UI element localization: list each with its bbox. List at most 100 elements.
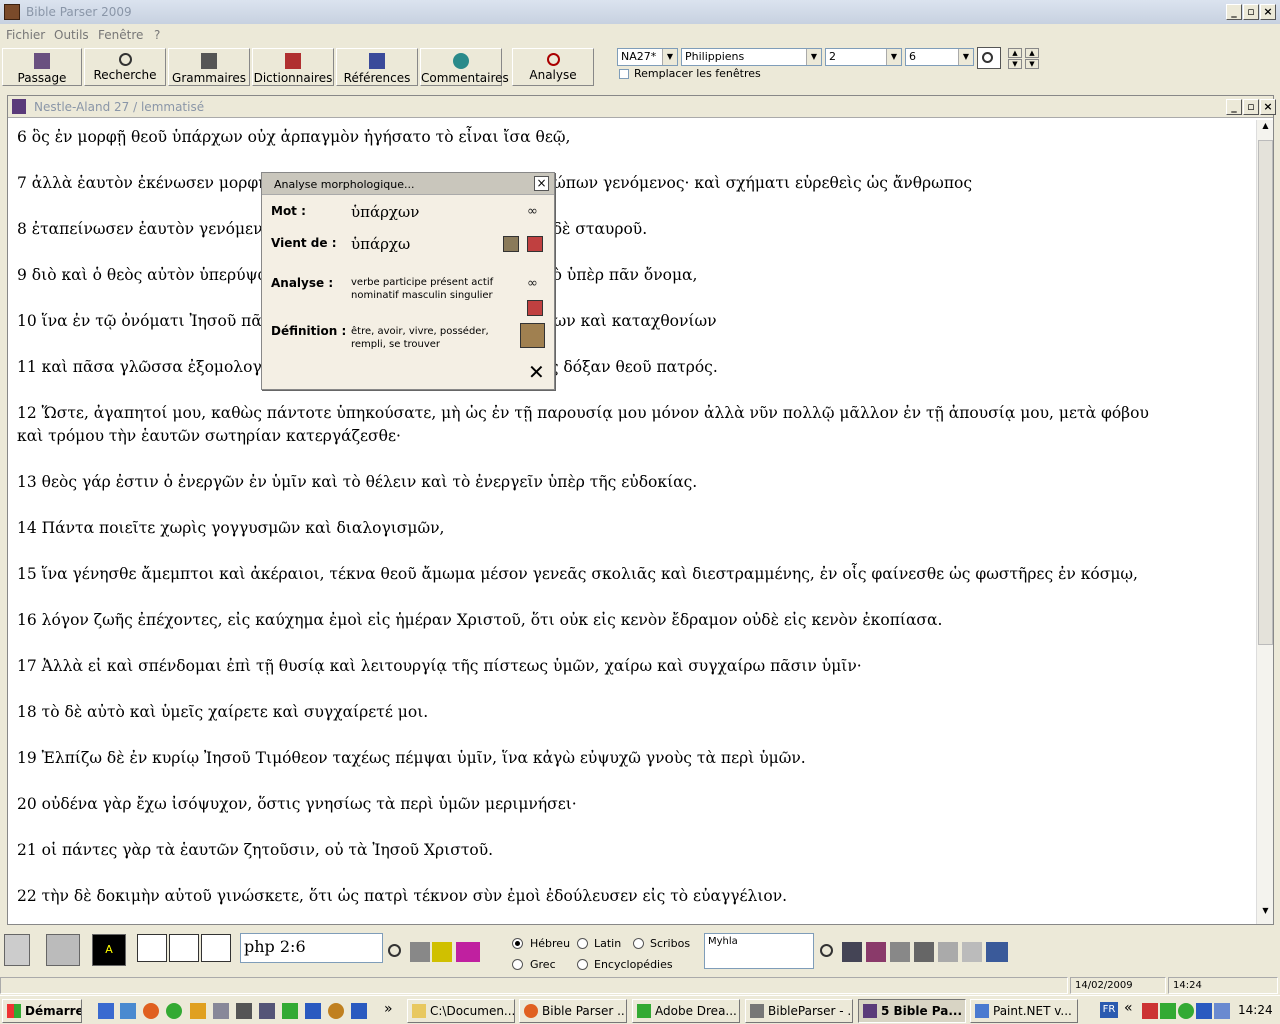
binoculars-icon[interactable]: ∞ <box>527 276 543 292</box>
vertical-scrollbar[interactable]: ▲ ▼ <box>1256 120 1273 924</box>
layout-windows-button[interactable] <box>201 934 231 962</box>
verse-15[interactable]: 15 ἵνα γένησθε ἄμεμπτοι καὶ ἀκέραιοι, τέ… <box>17 563 1237 586</box>
spin-up-button-2[interactable]: ▲ <box>1025 48 1039 58</box>
close-x-icon[interactable]: ✕ <box>528 362 545 382</box>
ie-icon-2[interactable] <box>120 1003 136 1019</box>
verse-16[interactable]: 16 λόγον ζωῆς ἐπέχοντες, εἰς καύχημα ἐμο… <box>17 609 1237 632</box>
back-triangle-icon[interactable] <box>46 934 80 966</box>
task-explorer[interactable]: C:\Documen... <box>407 999 515 1023</box>
scroll-down-arrow[interactable]: ▼ <box>1258 906 1273 922</box>
portrait-icon[interactable] <box>503 236 519 252</box>
menu-fenetre[interactable]: Fenêtre <box>98 28 143 42</box>
verse-12[interactable]: 12 Ὥστε, ἀγαπητοί μου, καθὼς πάντοτε ὑπη… <box>17 402 1237 425</box>
stats-icon[interactable] <box>456 942 480 962</box>
radio-latin[interactable] <box>577 938 588 949</box>
verse-12-cont[interactable]: καὶ τρόμου τὴν ἑαυτῶν σωτηρίαν κατεργάζε… <box>17 425 1237 448</box>
ie-icon[interactable] <box>98 1003 114 1019</box>
passage-button[interactable]: Passage <box>2 48 82 86</box>
dreamweaver-icon[interactable] <box>282 1003 298 1019</box>
scroll-dictionary-icon[interactable] <box>520 323 545 348</box>
chart-icon[interactable] <box>432 942 452 962</box>
verse-18[interactable]: 18 τὸ δὲ αὐτὸ καὶ ὑμεῖς χαίρετε καὶ συγχ… <box>17 701 1237 724</box>
commentaires-button[interactable]: Commentaires <box>420 48 509 86</box>
alphabet-icon[interactable]: A <box>92 934 126 966</box>
firefox-icon[interactable] <box>143 1003 159 1019</box>
chapter-select[interactable]: 2 ▼ <box>825 48 902 66</box>
grid-icon[interactable] <box>410 942 430 962</box>
references-button[interactable]: Références <box>336 48 418 86</box>
radio-grec[interactable] <box>512 959 523 970</box>
verse-21[interactable]: 21 οἱ πάντες γὰρ τὰ ἑαυτῶν ζητοῦσιν, οὐ … <box>17 839 1237 862</box>
tray-mail-icon[interactable] <box>1196 1003 1212 1019</box>
tree-icon[interactable] <box>890 942 910 962</box>
radio-hebreu[interactable] <box>512 938 523 949</box>
hebrew-text-field[interactable]: Myhla <box>704 933 814 969</box>
verse-19[interactable]: 19 Ἐλπίζω δὲ ἐν κυρίῳ Ἰησοῦ Τιμόθεον ταχ… <box>17 747 1237 770</box>
verse-10[interactable]: 10 ἵνα ἐν τῷ ὀνόματι Ἰησοῦ πᾶν γόνυ κάμψ… <box>17 310 1237 333</box>
verse-7[interactable]: 7 ἀλλὰ ἑαυτὸν ἐκένωσεν μορφὴν δούλου λαβ… <box>17 172 1237 195</box>
notes-icon[interactable] <box>962 942 982 962</box>
task-dreamweaver[interactable]: Adobe Drea... <box>632 999 740 1023</box>
verse-20[interactable]: 20 οὐδένα γὰρ ἔχω ἰσόψυχον, ὅστις γνησίω… <box>17 793 1237 816</box>
verse-text-area[interactable]: 6 ὃς ἐν μορφῇ θεοῦ ὑπάρχων οὐχ ἁρπαγμὸν … <box>8 120 1256 924</box>
layout-lines-button[interactable] <box>169 934 199 962</box>
binoculars-icon[interactable]: ∞ <box>527 204 543 220</box>
radio-encyclopedies[interactable] <box>577 959 588 970</box>
spin-down-button[interactable]: ▼ <box>1008 59 1022 69</box>
document-icon[interactable] <box>842 942 862 962</box>
go-search-button[interactable] <box>977 47 1001 69</box>
doc-maximize-button[interactable]: ▫ <box>1243 99 1259 115</box>
verse-14[interactable]: 14 Πάντα ποιεῖτε χωρὶς γογγυσμῶν καὶ δια… <box>17 517 1237 540</box>
scroll-thumb[interactable] <box>1258 140 1273 645</box>
word-icon[interactable] <box>305 1003 321 1019</box>
columns-icon[interactable] <box>986 942 1008 962</box>
popup-close-button[interactable]: × <box>534 176 549 191</box>
tray-chrome-icon[interactable] <box>1178 1003 1194 1019</box>
maximize-button[interactable]: ▫ <box>1243 4 1259 20</box>
replace-windows-checkbox[interactable] <box>619 69 629 79</box>
doc-minimize-button[interactable]: _ <box>1226 99 1242 115</box>
doc-close-button[interactable]: × <box>1260 99 1276 115</box>
minimize-button[interactable]: _ <box>1226 4 1242 20</box>
tools-icon[interactable] <box>914 942 934 962</box>
magnifier-icon[interactable] <box>388 944 401 957</box>
verse-17[interactable]: 17 Ἀλλὰ εἰ καὶ σπένδομαι ἐπὶ τῇ θυσίᾳ κα… <box>17 655 1237 678</box>
task-paintnet[interactable]: Paint.NET v... <box>970 999 1078 1023</box>
dictionnaires-button[interactable]: Dictionnaires <box>252 48 334 86</box>
menu-outils[interactable]: Outils <box>54 28 89 42</box>
tray-expand-icon[interactable]: « <box>1124 1000 1133 1016</box>
word-icon-2[interactable] <box>351 1003 367 1019</box>
verse-8[interactable]: 8 ἐταπείνωσεν ἑαυτὸν γενόμενος ὑπήκοος μ… <box>17 218 1237 241</box>
start-button[interactable]: Démarrer <box>2 999 82 1023</box>
lexicon-icon[interactable] <box>527 236 543 252</box>
radio-scribos[interactable] <box>633 938 644 949</box>
task-bible-parser-firefox[interactable]: Bible Parser ... <box>519 999 627 1023</box>
tray-icon-1[interactable] <box>1142 1003 1158 1019</box>
verse-11[interactable]: 11 καὶ πᾶσα γλῶσσα ἐξομολογήσηται ὅτι κύ… <box>17 356 1237 379</box>
tray-network-icon[interactable] <box>1214 1003 1230 1019</box>
table-icon[interactable] <box>938 942 958 962</box>
task-bibleparser[interactable]: BibleParser - ... <box>745 999 853 1023</box>
analyse-button[interactable]: Analyse <box>512 48 594 86</box>
desktop-icon[interactable] <box>213 1003 229 1019</box>
bible-icon[interactable] <box>259 1003 275 1019</box>
grammar-icon[interactable] <box>527 300 543 316</box>
book-select[interactable]: Philippiens ▼ <box>681 48 822 66</box>
verse-22[interactable]: 22 τὴν δὲ δοκιμὴν αὐτοῦ γινώσκετε, ὅτι ὡ… <box>17 885 1237 908</box>
tray-icon-2[interactable] <box>1160 1003 1176 1019</box>
scroll-up-arrow[interactable]: ▲ <box>1258 121 1273 137</box>
close-button[interactable]: × <box>1260 4 1276 20</box>
recherche-button[interactable]: Recherche <box>84 48 166 86</box>
app-icon-2[interactable] <box>328 1003 344 1019</box>
verse-select[interactable]: 6 ▼ <box>905 48 974 66</box>
menu-help[interactable]: ? <box>154 28 160 42</box>
chrome-icon[interactable] <box>166 1003 182 1019</box>
verse-6[interactable]: 6 ὃς ἐν μορφῇ θεοῦ ὑπάρχων οὐχ ἁρπαγμὸν … <box>17 126 1237 149</box>
language-indicator[interactable]: FR <box>1100 1002 1118 1018</box>
overflow-chevron-icon[interactable]: » <box>384 1001 393 1017</box>
magnifier-icon[interactable] <box>820 944 833 957</box>
layout-columns-button[interactable] <box>137 934 167 962</box>
book-icon[interactable] <box>236 1003 252 1019</box>
msn-icon[interactable] <box>190 1003 206 1019</box>
menu-fichier[interactable]: Fichier <box>6 28 45 42</box>
